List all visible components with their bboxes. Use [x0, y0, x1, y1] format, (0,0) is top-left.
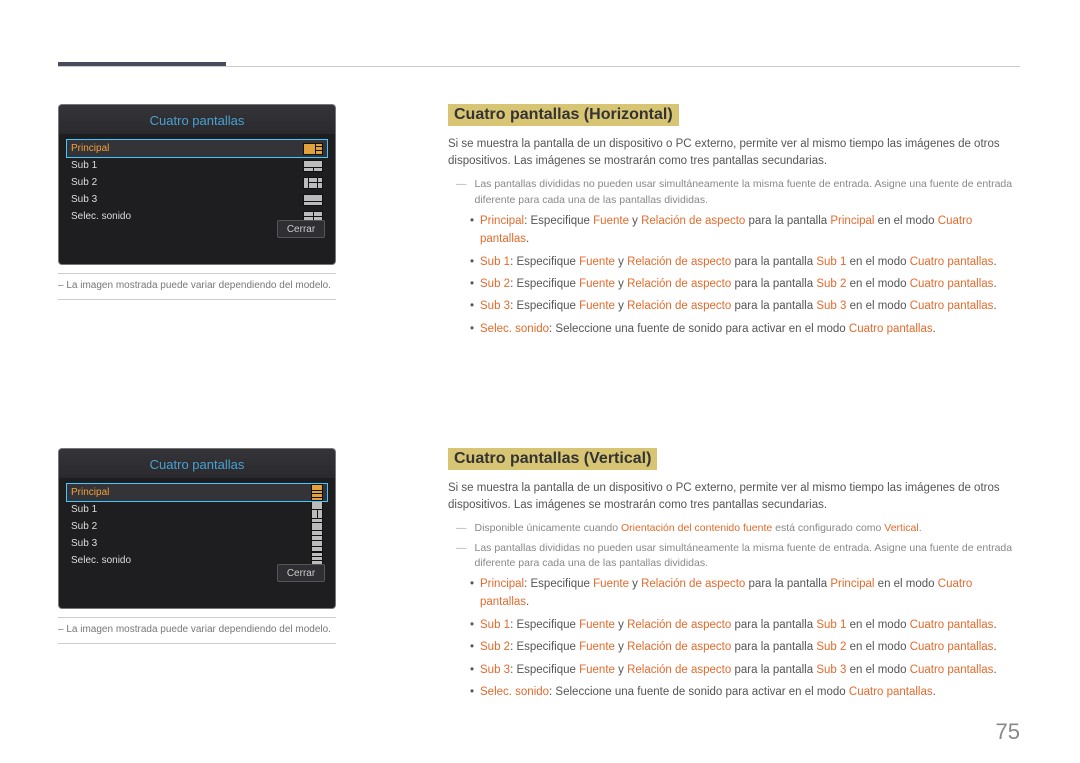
osd-body: Principal Sub 1 Sub 2 Sub 3 Selec. sonid…: [59, 478, 335, 608]
osd-close-button[interactable]: Cerrar: [277, 220, 325, 238]
osd-item-sub1[interactable]: Sub 1: [67, 157, 327, 174]
osd-item-label: Sub 2: [69, 521, 311, 532]
osd-item-sub3[interactable]: Sub 3: [67, 191, 327, 208]
bullet-selec-sonido: Selec. sonido: Seleccione una fuente de …: [470, 683, 1020, 701]
osd-title: Cuatro pantallas: [59, 449, 335, 478]
note-rule: [58, 273, 336, 274]
image-may-vary-note: – La imagen mostrada puede variar depend…: [58, 280, 388, 291]
osd-close-button[interactable]: Cerrar: [277, 564, 325, 582]
layout-icon: [311, 484, 323, 502]
osd-body: Principal Sub 1 Sub 2 Sub 3 Selec. sonid…: [59, 134, 335, 264]
osd-item-sub3[interactable]: Sub 3: [67, 535, 327, 552]
note-rule: [58, 643, 336, 644]
page-number: 75: [996, 719, 1020, 745]
image-may-vary-note: – La imagen mostrada puede variar depend…: [58, 624, 388, 635]
layout-icon: [303, 143, 323, 155]
section-intro: Si se muestra la pantalla de un disposit…: [448, 480, 1020, 513]
layout-icon: [303, 177, 323, 189]
osd-item-label: Sub 3: [69, 538, 311, 549]
layout-icon: [303, 194, 323, 206]
osd-vertical-container: Cuatro pantallas Principal Sub 1 Sub 2 S…: [58, 448, 388, 644]
osd-item-label: Principal: [69, 487, 311, 498]
bullet-selec-sonido: Selec. sonido: Seleccione una fuente de …: [470, 320, 1020, 338]
layout-icon: [303, 160, 323, 172]
osd-item-label: Selec. sonido: [69, 555, 311, 566]
bullet-sub3: Sub 3: Especifique Fuente y Relación de …: [470, 297, 1020, 315]
section-horizontal: Cuatro pantallas (Horizontal) Si se mues…: [448, 104, 1020, 342]
note-text: Disponible únicamente cuando Orientación…: [475, 521, 922, 536]
section-heading: Cuatro pantallas (Horizontal): [448, 104, 679, 126]
bullet-sub2: Sub 2: Especifique Fuente y Relación de …: [470, 275, 1020, 293]
bullet-list: Principal: Especifique Fuente y Relación…: [470, 212, 1020, 338]
osd-item-principal[interactable]: Principal: [67, 140, 327, 157]
note-rule: [58, 617, 336, 618]
bullet-sub1: Sub 1: Especifique Fuente y Relación de …: [470, 616, 1020, 634]
layout-icon: [311, 501, 323, 519]
osd-window-horizontal: Cuatro pantallas Principal Sub 1 Sub 2 S…: [58, 104, 336, 265]
note-text: Las pantallas divididas no pueden usar s…: [475, 541, 1021, 571]
osd-item-principal[interactable]: Principal: [67, 484, 327, 501]
osd-item-sub1[interactable]: Sub 1: [67, 501, 327, 518]
osd-item-label: Selec. sonido: [69, 211, 303, 222]
note-text: Las pantallas divididas no pueden usar s…: [475, 177, 1021, 207]
header-rule: [58, 66, 1020, 67]
bullet-sub3: Sub 3: Especifique Fuente y Relación de …: [470, 661, 1020, 679]
bullet-principal: Principal: Especifique Fuente y Relación…: [470, 212, 1020, 249]
osd-item-label: Sub 1: [69, 504, 311, 515]
osd-window-vertical: Cuatro pantallas Principal Sub 1 Sub 2 S…: [58, 448, 336, 609]
section-intro: Si se muestra la pantalla de un disposit…: [448, 136, 1020, 169]
osd-horizontal-container: Cuatro pantallas Principal Sub 1 Sub 2 S…: [58, 104, 388, 300]
bullet-sub1: Sub 1: Especifique Fuente y Relación de …: [470, 253, 1020, 271]
osd-item-label: Sub 3: [69, 194, 303, 205]
note-available-when: Disponible únicamente cuando Orientación…: [456, 521, 1020, 536]
note-rule: [58, 299, 336, 300]
osd-item-label: Sub 2: [69, 177, 303, 188]
section-heading: Cuatro pantallas (Vertical): [448, 448, 657, 470]
section-vertical: Cuatro pantallas (Vertical) Si se muestr…: [448, 448, 1020, 705]
bullet-principal: Principal: Especifique Fuente y Relación…: [470, 575, 1020, 612]
note-input-sources: Las pantallas divididas no pueden usar s…: [456, 177, 1020, 207]
osd-item-label: Principal: [69, 143, 303, 154]
osd-item-sub2[interactable]: Sub 2: [67, 518, 327, 535]
osd-title: Cuatro pantallas: [59, 105, 335, 134]
layout-icon: [311, 535, 323, 553]
bullet-list: Principal: Especifique Fuente y Relación…: [470, 575, 1020, 701]
layout-icon: [311, 518, 323, 536]
bullet-sub2: Sub 2: Especifique Fuente y Relación de …: [470, 638, 1020, 656]
osd-item-label: Sub 1: [69, 160, 303, 171]
osd-item-sub2[interactable]: Sub 2: [67, 174, 327, 191]
note-input-sources: Las pantallas divididas no pueden usar s…: [456, 541, 1020, 571]
